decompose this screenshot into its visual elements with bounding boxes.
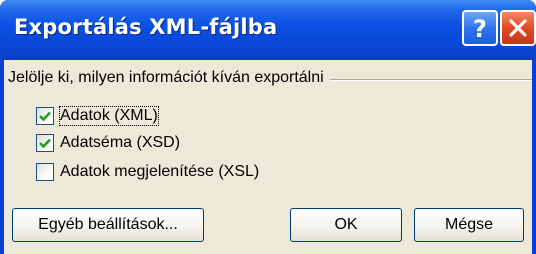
help-button[interactable]: ? [462,10,498,46]
group-label: Jelölje ki, milyen információt kíván exp… [8,69,330,87]
option-presentation-xsl[interactable]: Adatok megjelenítése (XSL) [36,161,259,183]
checkbox-presentation-xsl[interactable] [36,163,54,181]
title-bar[interactable]: Exportálás XML-fájlba ? [0,0,536,60]
question-mark-icon: ? [473,15,487,41]
close-button[interactable] [500,10,536,46]
checkbox-data-xml[interactable] [36,107,54,125]
option-schema-xsd[interactable]: Adatséma (XSD) [36,132,180,154]
close-x-icon [509,19,527,37]
svg-text:?: ? [473,15,487,41]
option-label-presentation-xsl: Adatok megjelenítése (XSL) [60,163,260,180]
option-data-xml[interactable]: Adatok (XML) [36,105,159,127]
other-settings-button[interactable]: Egyéb beállítások... [12,208,204,242]
option-label-schema-xsd: Adatséma (XSD) [60,134,181,151]
ok-button[interactable]: OK [290,208,402,242]
dialog-title: Exportálás XML-fájlba [14,15,278,39]
option-label-data-xml: Adatok (XML) [59,106,159,126]
checkbox-schema-xsd[interactable] [36,134,54,152]
checkmark-icon [39,111,51,122]
cancel-button[interactable]: Mégse [414,208,524,242]
export-xml-dialog: Exportálás XML-fájlba ? Jelölje ki, mily… [0,0,536,254]
dialog-body: Jelölje ki, milyen információt kíván exp… [4,60,532,254]
checkmark-icon [39,138,51,149]
